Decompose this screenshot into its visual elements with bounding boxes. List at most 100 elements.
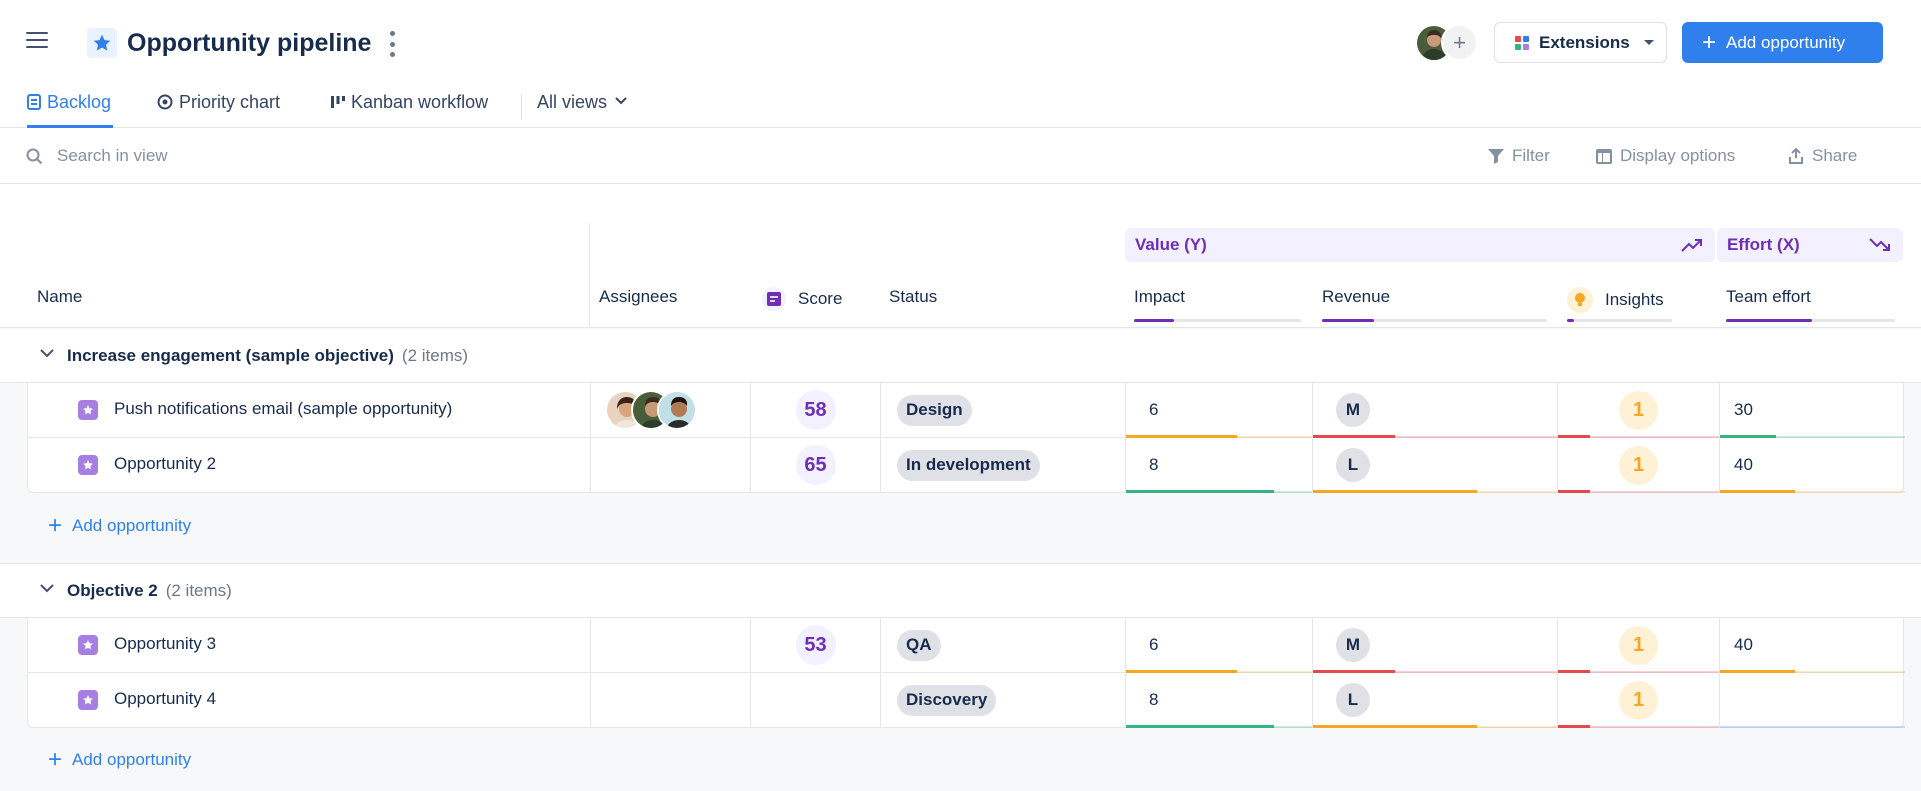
effort-cell[interactable]: 30 (1720, 383, 1905, 438)
status-cell[interactable]: Discovery (881, 673, 1126, 727)
group-title: Increase engagement (sample objective) (67, 346, 394, 365)
add-opportunity-button[interactable]: + Add opportunity (1682, 22, 1883, 63)
add-opportunity-row-button[interactable]: + Add opportunity (48, 514, 191, 538)
value-group-label: Value (Y) (1135, 235, 1207, 254)
group-count: (2 items) (401, 346, 469, 365)
impact-fill (1126, 725, 1274, 728)
group-header[interactable]: Objective 2 (2 items) (0, 564, 1921, 618)
tab-all-views[interactable]: All views (537, 92, 627, 128)
insights-cell[interactable]: 1 (1558, 438, 1720, 493)
assignees-cell[interactable] (591, 673, 751, 727)
insights-cell[interactable]: 1 (1558, 383, 1720, 438)
star-icon (87, 28, 117, 58)
lightbulb-icon (1567, 287, 1593, 313)
column-status[interactable]: Status (889, 287, 937, 307)
group-count: (2 items) (165, 581, 232, 600)
target-icon (157, 94, 173, 110)
status-badge: Discovery (897, 684, 997, 716)
display-options-label: Display options (1620, 146, 1736, 165)
impact-value: 8 (1149, 455, 1159, 474)
share-button[interactable]: Share (1788, 146, 1857, 166)
column-impact[interactable]: Impact (1134, 287, 1185, 307)
status-cell[interactable]: In development (881, 438, 1126, 492)
revenue-cell[interactable]: L (1313, 673, 1558, 728)
effort-value: 40 (1734, 455, 1753, 474)
extensions-icon (1515, 35, 1529, 50)
column-name[interactable]: Name (37, 287, 82, 307)
revenue-cell[interactable]: M (1313, 618, 1558, 673)
tab-backlog[interactable]: Backlog (27, 92, 113, 128)
column-insights[interactable]: Insights (1567, 287, 1664, 313)
insights-badge: 1 (1619, 445, 1658, 485)
more-options-icon[interactable] (386, 31, 398, 57)
group-name: Increase engagement (sample objective) (2… (67, 346, 468, 366)
app-header: Opportunity pipeline + Extensions + Add … (0, 0, 1921, 86)
group-header[interactable]: Increase engagement (sample objective) (2… (0, 329, 1921, 383)
search-icon (26, 148, 43, 165)
name-cell (28, 383, 591, 437)
assignees-cell[interactable] (591, 383, 751, 437)
column-insights-label: Insights (1605, 290, 1664, 309)
revenue-cell[interactable]: M (1313, 383, 1558, 438)
insights-badge: 1 (1619, 390, 1658, 430)
impact-cell[interactable]: 6 (1126, 383, 1313, 438)
impact-value: 6 (1149, 400, 1159, 419)
insights-cell[interactable]: 1 (1558, 673, 1720, 728)
column-revenue[interactable]: Revenue (1322, 287, 1390, 307)
effort-cell[interactable] (1720, 673, 1905, 728)
score-badge: 65 (795, 445, 836, 485)
plus-icon: + (1702, 28, 1717, 56)
column-assignees[interactable]: Assignees (599, 287, 677, 307)
chevron-down-icon[interactable] (40, 584, 54, 594)
revenue-badge: M (1336, 393, 1370, 427)
filter-label: Filter (1512, 146, 1550, 165)
revenue-cell[interactable]: L (1313, 438, 1558, 493)
impact-fill (1126, 490, 1274, 493)
effort-cell[interactable]: 40 (1720, 618, 1905, 673)
status-cell[interactable]: Design (881, 383, 1126, 437)
list-icon (27, 94, 41, 110)
status-cell[interactable]: QA (881, 618, 1126, 672)
impact-cell[interactable]: 8 (1126, 438, 1313, 493)
column-score[interactable]: Score (762, 287, 842, 311)
tab-kanban-label: Kanban workflow (351, 92, 489, 112)
score-cell: 65 (751, 438, 881, 492)
add-opportunity-row-label: Add opportunity (72, 750, 192, 769)
score-cell: 58 (751, 383, 881, 437)
assignees-cell[interactable] (591, 438, 751, 492)
tab-kanban-workflow[interactable]: Kanban workflow (331, 92, 488, 128)
insights-cell[interactable]: 1 (1558, 618, 1720, 673)
filter-icon (1488, 148, 1504, 164)
view-tabs: Backlog Priority chart Kanban workflow A… (0, 86, 1921, 128)
plus-icon: + (48, 746, 63, 773)
add-member-button[interactable]: + (1441, 24, 1478, 61)
status-badge: In development (897, 449, 1040, 481)
revenue-badge: L (1336, 683, 1370, 717)
filter-button[interactable]: Filter (1488, 146, 1550, 166)
table-row[interactable]: Opportunity 4 Discovery 8 L 1 (27, 673, 1905, 728)
impact-cell[interactable]: 8 (1126, 673, 1313, 728)
display-options-button[interactable]: Display options (1596, 146, 1735, 166)
tab-priority-chart-label: Priority chart (179, 92, 281, 112)
chevron-down-icon (615, 97, 627, 105)
chevron-down-icon[interactable] (40, 349, 54, 359)
impact-cell[interactable]: 6 (1126, 618, 1313, 673)
score-cell (751, 673, 881, 727)
share-icon (1789, 148, 1803, 164)
extensions-button[interactable]: Extensions (1494, 22, 1667, 63)
column-team-effort[interactable]: Team effort (1726, 287, 1811, 307)
avatar (657, 390, 697, 430)
table-row[interactable]: Opportunity 2 65 In development 8 L 1 40 (27, 438, 1905, 493)
add-opportunity-row-button[interactable]: + Add opportunity (48, 748, 191, 772)
effort-cell[interactable]: 40 (1720, 438, 1905, 493)
search-input[interactable] (57, 142, 357, 170)
assignees-cell[interactable] (591, 618, 751, 672)
table-row[interactable]: Opportunity 3 53 QA 6 M 1 40 (27, 618, 1905, 673)
tab-priority-chart[interactable]: Priority chart (157, 92, 280, 128)
tab-all-views-label: All views (537, 92, 608, 112)
insights-fill (1558, 490, 1590, 493)
table-row[interactable]: Push notifications email (sample opportu… (27, 383, 1905, 438)
effort-group-label: Effort (X) (1727, 235, 1800, 254)
revenue-fill (1313, 725, 1477, 728)
menu-icon[interactable] (26, 32, 48, 52)
